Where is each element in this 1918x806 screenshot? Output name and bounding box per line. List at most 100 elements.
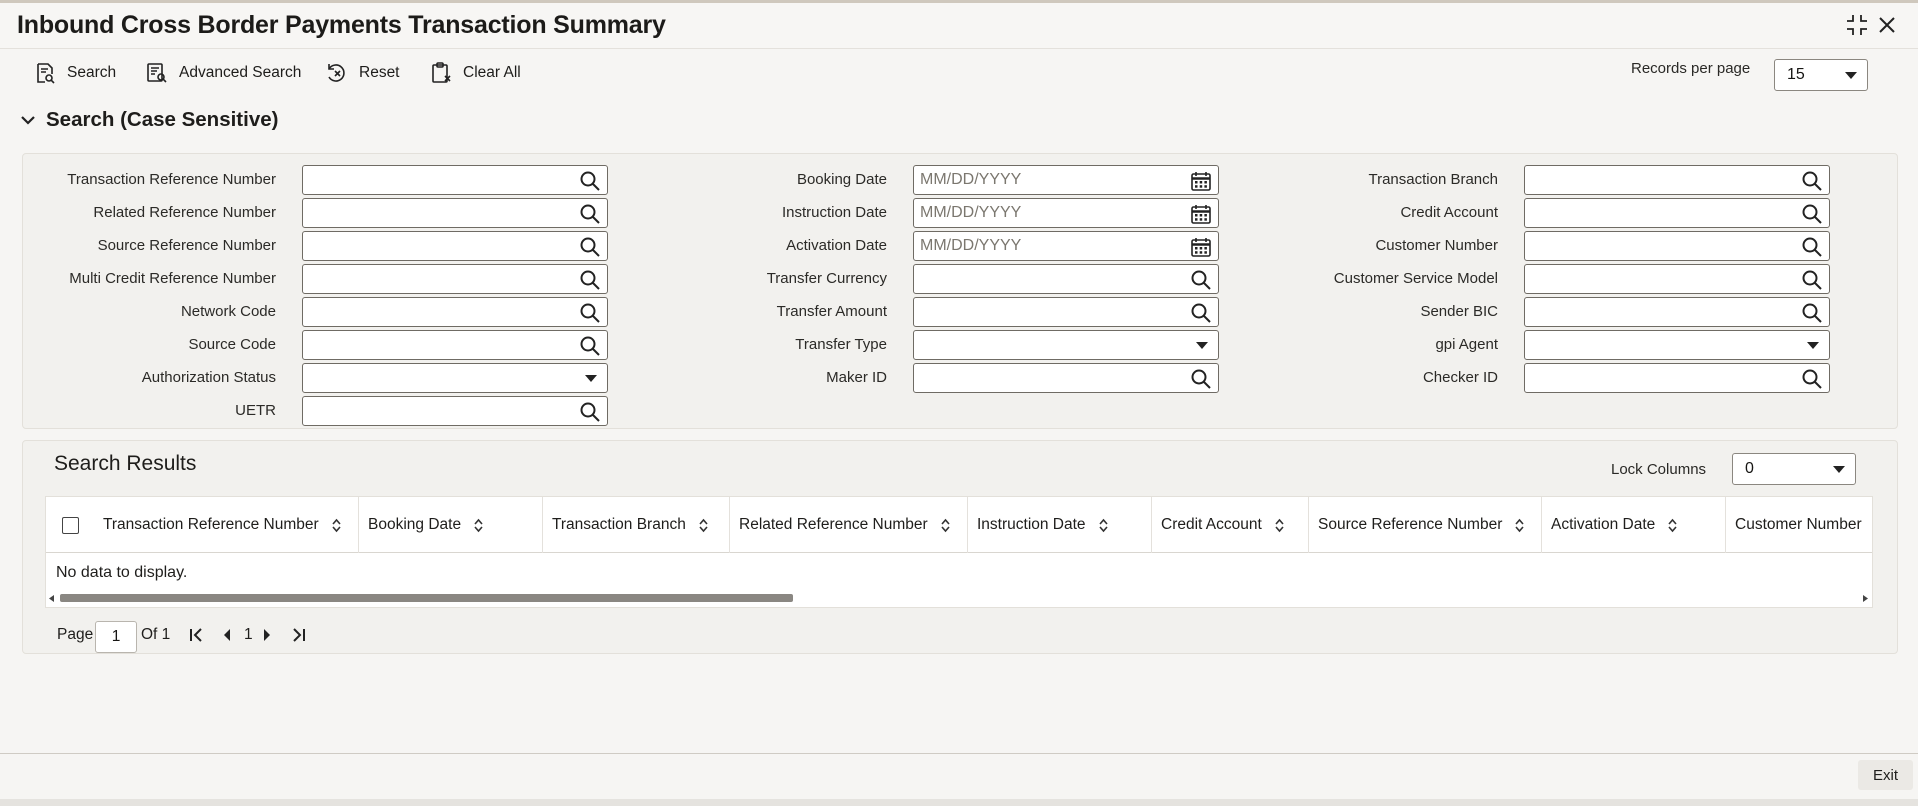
transfer-type-select[interactable] xyxy=(913,330,1219,360)
column-header-label: Source Reference Number xyxy=(1318,516,1503,533)
chevron-down-icon xyxy=(585,375,597,382)
authorization-status-select[interactable] xyxy=(302,363,608,393)
scroll-left-icon[interactable] xyxy=(49,595,55,602)
column-header-activation-date[interactable]: Activation Date xyxy=(1542,497,1726,553)
search-section-toggle[interactable]: Search (Case Sensitive) xyxy=(20,108,278,132)
advanced-search-label: Advanced Search xyxy=(179,64,302,81)
search-doc-icon xyxy=(37,63,55,84)
search-icon[interactable] xyxy=(1801,203,1823,225)
transaction-reference-number-field[interactable] xyxy=(302,165,608,195)
credit-account-label: Credit Account xyxy=(1400,204,1498,221)
column-header-transaction-reference-number[interactable]: Transaction Reference Number xyxy=(94,497,359,553)
page-number[interactable]: 1 xyxy=(244,620,253,650)
column-header-instruction-date[interactable]: Instruction Date xyxy=(968,497,1152,553)
minimize-icon[interactable] xyxy=(1844,12,1870,38)
records-per-page-value: 15 xyxy=(1787,66,1805,83)
transaction-branch-label: Transaction Branch xyxy=(1368,171,1498,188)
lock-columns-select[interactable]: 0 xyxy=(1732,453,1856,485)
scroll-right-icon[interactable] xyxy=(1862,595,1868,602)
sort-icon[interactable] xyxy=(473,518,484,533)
network-code-label: Network Code xyxy=(180,303,276,320)
customer-service-model-field[interactable] xyxy=(1524,264,1830,294)
table-header: Transaction Reference Number Booking Date… xyxy=(46,497,1872,553)
calendar-icon[interactable] xyxy=(1190,203,1212,225)
calendar-icon[interactable] xyxy=(1190,170,1212,192)
column-header-source-reference-number[interactable]: Source Reference Number xyxy=(1309,497,1542,553)
search-icon[interactable] xyxy=(579,302,601,324)
transfer-currency-field[interactable] xyxy=(913,264,1219,294)
transaction-branch-field[interactable] xyxy=(1524,165,1830,195)
clear-all-button[interactable]: Clear All xyxy=(429,58,521,88)
prev-page-button[interactable] xyxy=(222,620,232,650)
close-icon[interactable] xyxy=(1874,12,1900,38)
checker-id-field[interactable] xyxy=(1524,363,1830,393)
column-header-credit-account[interactable]: Credit Account xyxy=(1152,497,1309,553)
search-icon[interactable] xyxy=(579,236,601,258)
credit-account-field[interactable] xyxy=(1524,198,1830,228)
multi-credit-reference-number-field[interactable] xyxy=(302,264,608,294)
customer-number-field[interactable] xyxy=(1524,231,1830,261)
search-button[interactable]: Search xyxy=(33,58,116,88)
search-icon[interactable] xyxy=(1801,302,1823,324)
sort-icon[interactable] xyxy=(1098,518,1109,533)
network-code-field[interactable] xyxy=(302,297,608,327)
chevron-down-icon xyxy=(1807,342,1819,349)
results-table: Transaction Reference Number Booking Date… xyxy=(45,496,1873,608)
search-icon[interactable] xyxy=(1801,269,1823,291)
sort-icon[interactable] xyxy=(940,518,951,533)
last-page-button[interactable] xyxy=(289,620,307,650)
sender-bic-field[interactable] xyxy=(1524,297,1830,327)
search-section-title: Search (Case Sensitive) xyxy=(46,108,279,131)
column-header-transaction-branch[interactable]: Transaction Branch xyxy=(543,497,730,553)
source-code-field[interactable] xyxy=(302,330,608,360)
next-page-button[interactable] xyxy=(262,620,272,650)
source-reference-number-field[interactable] xyxy=(302,231,608,261)
related-reference-number-field[interactable] xyxy=(302,198,608,228)
search-icon[interactable] xyxy=(1801,236,1823,258)
page-of-label: Of 1 xyxy=(141,626,171,643)
sort-icon[interactable] xyxy=(1514,518,1525,533)
exit-button[interactable]: Exit xyxy=(1858,760,1913,790)
search-icon[interactable] xyxy=(1801,170,1823,192)
reset-button[interactable]: Reset xyxy=(325,58,400,88)
column-header-booking-date[interactable]: Booking Date xyxy=(359,497,543,553)
column-header-related-reference-number[interactable]: Related Reference Number xyxy=(730,497,968,553)
column-header-label: Activation Date xyxy=(1551,516,1656,533)
transfer-amount-field[interactable] xyxy=(913,297,1219,327)
search-icon[interactable] xyxy=(579,401,601,423)
records-per-page-select[interactable]: 15 xyxy=(1774,59,1868,91)
uetr-field[interactable] xyxy=(302,396,608,426)
select-all-checkbox[interactable] xyxy=(62,517,79,534)
search-icon[interactable] xyxy=(1190,302,1212,324)
search-icon[interactable] xyxy=(579,335,601,357)
chevron-down-icon xyxy=(1845,72,1857,79)
search-icon[interactable] xyxy=(1190,368,1212,390)
advanced-search-button[interactable]: Advanced Search xyxy=(145,58,301,88)
search-icon[interactable] xyxy=(579,203,601,225)
transfer-currency-label: Transfer Currency xyxy=(766,270,887,287)
search-icon[interactable] xyxy=(1801,368,1823,390)
activation-date-field[interactable]: MM/DD/YYYY xyxy=(913,231,1219,261)
column-header-customer-number[interactable]: Customer Number xyxy=(1726,497,1872,553)
horizontal-scrollbar[interactable] xyxy=(46,592,1872,604)
sort-icon[interactable] xyxy=(1667,518,1678,533)
search-icon[interactable] xyxy=(1190,269,1212,291)
transfer-amount-label: Transfer Amount xyxy=(776,303,887,320)
column-header-label: Credit Account xyxy=(1161,516,1262,533)
sort-icon[interactable] xyxy=(698,518,709,533)
booking-date-field[interactable]: MM/DD/YYYY xyxy=(913,165,1219,195)
instruction-date-field[interactable]: MM/DD/YYYY xyxy=(913,198,1219,228)
first-page-button[interactable] xyxy=(188,620,206,650)
sort-icon[interactable] xyxy=(1274,518,1285,533)
scrollbar-thumb[interactable] xyxy=(60,594,793,602)
sort-icon[interactable] xyxy=(331,518,342,533)
gpi-agent-select[interactable] xyxy=(1524,330,1830,360)
search-icon[interactable] xyxy=(579,170,601,192)
authorization-status-label: Authorization Status xyxy=(141,369,276,386)
advanced-search-icon xyxy=(147,63,167,83)
maker-id-field[interactable] xyxy=(913,363,1219,393)
calendar-icon[interactable] xyxy=(1190,236,1212,258)
search-icon[interactable] xyxy=(579,269,601,291)
page-number-input[interactable]: 1 xyxy=(95,621,137,653)
column-header-label: Instruction Date xyxy=(977,516,1086,533)
